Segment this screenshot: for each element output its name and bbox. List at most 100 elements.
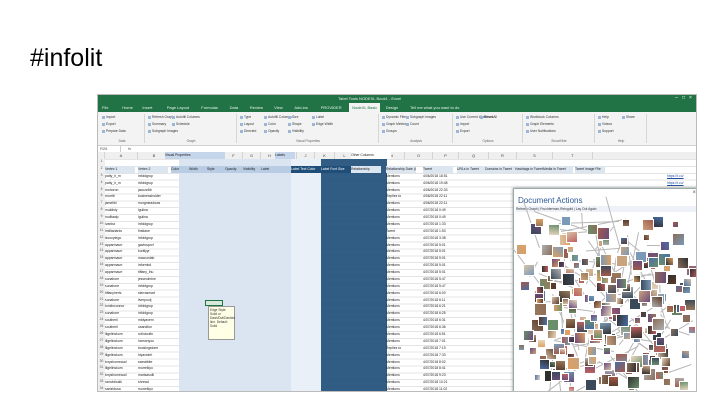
column-label[interactable]: Relationship (351, 165, 381, 173)
vertex1-cell[interactable]: toryshomeaud (105, 359, 137, 366)
profile-picture-node[interactable] (560, 372, 569, 381)
date-cell[interactable]: 4/07/2018 9:23 (423, 372, 459, 379)
date-cell[interactable]: 4/07/2018 0:49 (423, 207, 459, 214)
vertex2-cell[interactable]: infoldgrup (138, 283, 170, 290)
profile-picture-node[interactable] (653, 270, 667, 284)
profile-picture-node[interactable] (574, 332, 587, 345)
ribbon-item-import[interactable]: Import (456, 122, 469, 126)
profile-picture-node[interactable] (639, 311, 647, 319)
profile-picture-node[interactable] (579, 272, 589, 282)
vertex2-cell[interactable]: lgulina (138, 207, 170, 214)
maximize-icon[interactable]: □ (682, 96, 687, 101)
vertex2-cell[interactable]: informbd (138, 262, 170, 269)
date-cell[interactable]: 4/07/2018 6:36 (423, 324, 459, 331)
relationship-cell[interactable]: Mentions (386, 310, 422, 317)
vertex2-cell[interactable]: ruthdoufin (138, 331, 170, 338)
ribbon-item-color[interactable]: Color (264, 122, 276, 126)
profile-picture-node[interactable] (659, 241, 670, 252)
row-number[interactable]: 1 (98, 159, 105, 163)
profile-picture-node[interactable] (592, 329, 603, 340)
ribbon-item-user-notifications[interactable]: User Notifications (526, 129, 556, 133)
profile-picture-node[interactable] (536, 338, 546, 348)
date-cell[interactable]: 4/07/2018 5:01 (423, 255, 459, 262)
column-header-J[interactable]: J (297, 152, 315, 159)
ribbon-item-help[interactable]: Help (598, 115, 609, 119)
vertex1-cell[interactable]: lilgelinskum (105, 365, 137, 372)
date-cell[interactable]: 4/07/2018 6:21 (423, 303, 459, 310)
vertex1-cell[interactable]: sunahore (105, 310, 137, 317)
row-number[interactable]: 23 (98, 310, 105, 314)
relationship-cell[interactable]: Mentions (386, 269, 422, 276)
profile-picture-node[interactable] (534, 374, 541, 382)
relationship-cell[interactable]: Replies to (386, 345, 422, 352)
column-header-P[interactable]: P (433, 152, 459, 159)
relationship-cell[interactable]: Mentions (386, 331, 422, 338)
date-cell[interactable]: 4/07/2018 7:19 (423, 345, 459, 352)
profile-picture-node[interactable] (536, 286, 545, 295)
relationship-cell[interactable]: Mentions (386, 359, 422, 366)
vertex2-cell[interactable]: gavinsport (138, 242, 170, 249)
tab-nodexl-basic[interactable]: NodeXL Basic (349, 103, 381, 112)
row-number[interactable]: 32 (98, 372, 105, 376)
column-header-G[interactable]: G (243, 152, 261, 159)
profile-picture-node[interactable] (586, 224, 598, 236)
ribbon-item-workbook-columns[interactable]: Workbook Columns (526, 115, 559, 119)
document-actions-pane[interactable]: × Document Actions Refresh Graph | Fruch… (511, 188, 696, 391)
date-cell[interactable]: 4/07/2018 6:00 (423, 290, 459, 297)
relationship-cell[interactable]: Mentions (386, 173, 422, 180)
profile-picture-node[interactable] (549, 268, 562, 281)
row-number[interactable]: 25 (98, 324, 105, 328)
ribbon-item-graph-elements[interactable]: Graph Elements (526, 122, 554, 126)
tab-view[interactable]: View (274, 103, 283, 112)
vertex2-cell[interactable]: infoldgrup (138, 180, 170, 187)
profile-picture-node[interactable] (570, 253, 579, 262)
profile-picture-node[interactable] (566, 245, 574, 253)
vertex2-cell[interactable]: firstlane (138, 228, 170, 235)
profile-picture-node[interactable] (561, 272, 575, 286)
profile-picture-node[interactable] (626, 361, 638, 373)
ribbon-item-directed[interactable]: Directed (240, 129, 256, 133)
row-number[interactable]: 20 (98, 290, 105, 294)
ribbon-item-export[interactable]: Export (456, 129, 470, 133)
relationship-cell[interactable]: Mentions (386, 372, 422, 379)
close-pane-icon[interactable]: × (692, 190, 696, 196)
relationship-cell[interactable]: Mentions (386, 324, 422, 331)
date-cell[interactable]: 4/07/2018 6:51 (423, 331, 459, 338)
date-cell[interactable]: 4/07/2018 6:31 (423, 317, 459, 324)
profile-picture-node[interactable] (563, 328, 571, 336)
profile-picture-node[interactable] (572, 287, 583, 298)
profile-picture-node[interactable] (688, 326, 696, 335)
relationship-cell[interactable]: Replies to (386, 193, 422, 200)
vertex1-cell[interactable]: mohoron (105, 187, 137, 194)
profile-picture-node[interactable] (561, 216, 572, 227)
tab-insert[interactable]: Insert (142, 103, 152, 112)
profile-picture-node[interactable] (620, 237, 629, 246)
profile-picture-node[interactable] (671, 232, 685, 246)
row-number[interactable]: 27 (98, 338, 105, 342)
profile-picture-node[interactable] (572, 261, 580, 269)
ribbon-item-visibility[interactable]: Visibility (288, 129, 304, 133)
row-number[interactable]: 11 (98, 228, 105, 232)
date-cell[interactable]: 4/07/2018 3:38 (423, 235, 459, 242)
ribbon-item-autofill-columns[interactable]: Autofill Columns (172, 115, 200, 119)
column-label[interactable]: Hashtags in Tweet (515, 165, 545, 173)
ribbon-item-subgraph-images[interactable]: Subgraph Images (148, 129, 178, 133)
vertex1-cell[interactable]: apparmaurr (105, 242, 137, 249)
profile-picture-node[interactable] (679, 304, 687, 312)
profile-picture-node[interactable] (523, 264, 536, 277)
vertex1-cell[interactable]: morritt (105, 193, 137, 200)
row-number[interactable]: 5 (98, 187, 105, 191)
vertex2-cell[interactable]: usandfun (138, 324, 170, 331)
profile-picture-node[interactable] (676, 257, 689, 270)
column-label[interactable]: Vertex 1 (105, 165, 135, 173)
minimize-icon[interactable]: – (675, 96, 680, 101)
profile-picture-node[interactable] (663, 378, 672, 387)
column-label[interactable]: Label Text Color (291, 165, 321, 173)
vertex2-cell[interactable]: infoldgrup (138, 303, 170, 310)
vertex1-cell[interactable]: lilgelinskum (105, 331, 137, 338)
profile-picture-node[interactable] (647, 256, 659, 268)
vertex1-cell[interactable]: patty_h_m (105, 173, 137, 180)
profile-picture-node[interactable] (586, 346, 597, 357)
profile-picture-node[interactable] (548, 224, 561, 237)
ribbon-item-subgraph-images[interactable]: Subgraph Images (406, 115, 436, 119)
